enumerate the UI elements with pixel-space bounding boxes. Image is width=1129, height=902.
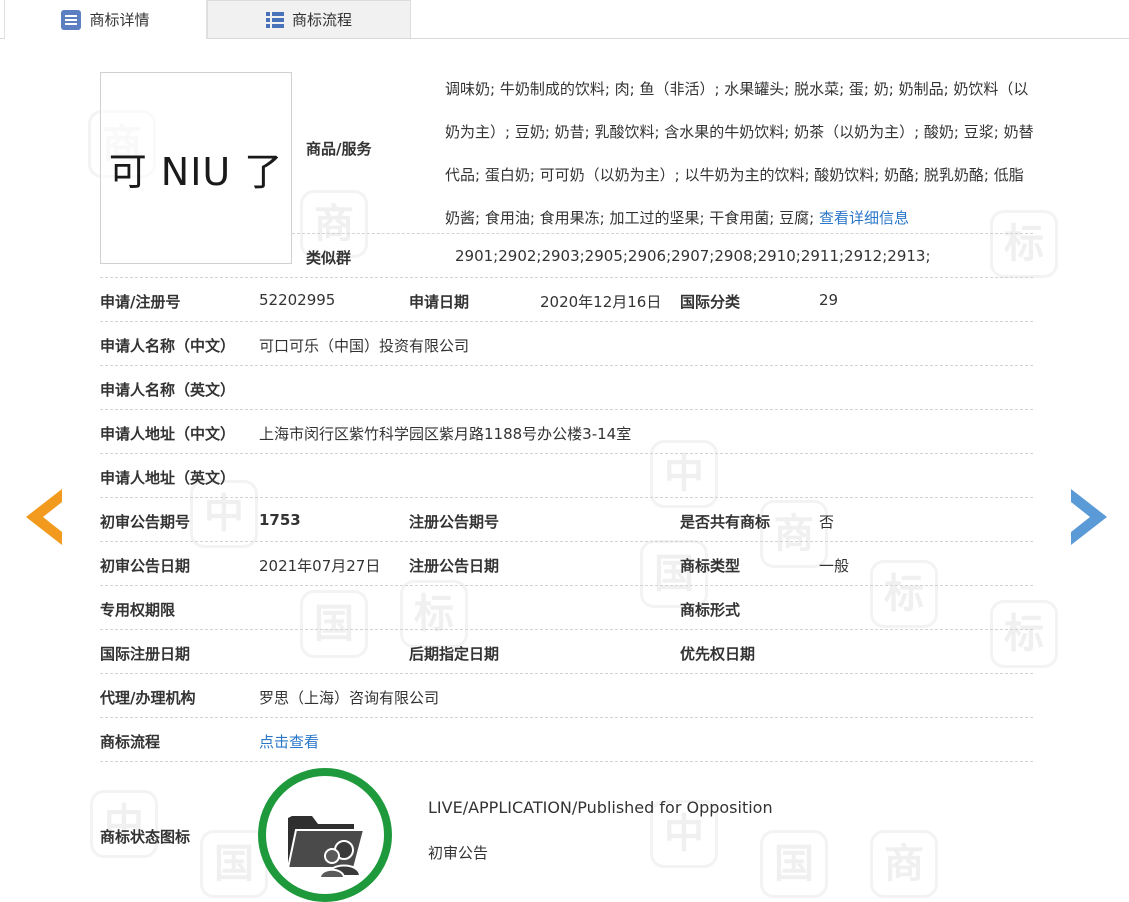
later-date-label: 后期指定日期 bbox=[409, 645, 500, 663]
divider bbox=[100, 673, 1033, 674]
tab-label: 商标流程 bbox=[291, 11, 352, 29]
document-list-icon bbox=[61, 9, 82, 30]
status-en-value: LIVE/APPLICATION/Published for Oppositio… bbox=[428, 798, 773, 817]
view-process-link[interactable]: 点击查看 bbox=[259, 731, 319, 752]
divider bbox=[100, 541, 1033, 542]
address-cn-label: 申请人地址（中文） bbox=[100, 425, 236, 443]
tab-bar: 商标详情 商标流程 bbox=[0, 0, 1129, 39]
goods-services-value: 调味奶; 牛奶制成的饮料; 肉; 鱼（非活）; 水果罐头; 脱水菜; 蛋; 奶;… bbox=[445, 68, 1035, 240]
status-icon bbox=[258, 768, 392, 902]
divider bbox=[100, 629, 1033, 630]
shared-label: 是否共有商标 bbox=[680, 513, 771, 531]
agent-label: 代理/办理机构 bbox=[100, 689, 196, 707]
divider bbox=[100, 409, 1033, 410]
status-icon-label: 商标状态图标 bbox=[100, 828, 191, 846]
trademark-detail-panel: 可 NIU 了 商品/服务 调味奶; 牛奶制成的饮料; 肉; 鱼（非活）; 水果… bbox=[0, 0, 1129, 902]
apply-date-value: 2020年12月16日 bbox=[540, 293, 662, 311]
divider bbox=[100, 585, 1033, 586]
intl-class-label: 国际分类 bbox=[680, 293, 741, 311]
similar-group-value: 2901;2902;2903;2905;2906;2907;2908;2910;… bbox=[455, 247, 931, 265]
divider bbox=[100, 321, 1033, 322]
address-cn-value: 上海市闵行区紫竹科学园区紫月路1188号办公楼3-14室 bbox=[259, 425, 632, 443]
goods-services-label: 商品/服务 bbox=[306, 140, 372, 158]
address-en-label: 申请人地址（英文） bbox=[100, 469, 236, 487]
type-label: 商标类型 bbox=[680, 557, 741, 575]
type-value: 一般 bbox=[819, 557, 850, 575]
divider bbox=[100, 453, 1033, 454]
reg-no-value: 52202995 bbox=[259, 291, 336, 309]
goods-services-text: 调味奶; 牛奶制成的饮料; 肉; 鱼（非活）; 水果罐头; 脱水菜; 蛋; 奶;… bbox=[445, 80, 1034, 227]
tab-label: 商标详情 bbox=[89, 11, 150, 29]
prelim-issue-label: 初审公告期号 bbox=[100, 513, 191, 531]
tab-trademark-process[interactable]: 商标流程 bbox=[207, 0, 411, 38]
prelim-date-label: 初审公告日期 bbox=[100, 557, 191, 575]
process-label: 商标流程 bbox=[100, 733, 161, 751]
intl-reg-date-label: 国际注册日期 bbox=[100, 645, 191, 663]
shared-value: 否 bbox=[819, 513, 835, 531]
reg-date-label: 注册公告日期 bbox=[409, 557, 500, 575]
grid-list-icon bbox=[265, 11, 284, 28]
form-label: 商标形式 bbox=[680, 601, 741, 619]
divider bbox=[100, 761, 1033, 762]
applicant-cn-label: 申请人名称（中文） bbox=[100, 337, 236, 355]
divider bbox=[292, 233, 1033, 234]
exclusive-label: 专用权期限 bbox=[100, 601, 176, 619]
divider bbox=[100, 497, 1033, 498]
applicant-en-label: 申请人名称（英文） bbox=[100, 381, 236, 399]
folder-user-icon bbox=[286, 816, 366, 879]
view-details-link[interactable]: 查看详细信息 bbox=[819, 209, 909, 227]
intl-class-value: 29 bbox=[819, 291, 839, 309]
divider bbox=[100, 717, 1033, 718]
similar-group-label: 类似群 bbox=[306, 249, 352, 267]
arrow-right-icon-inner bbox=[1071, 502, 1090, 532]
prelim-issue-value: 1753 bbox=[259, 511, 301, 529]
trademark-logo-text: 可 NIU 了 bbox=[108, 149, 284, 194]
divider bbox=[100, 365, 1033, 366]
priority-date-label: 优先权日期 bbox=[680, 645, 756, 663]
trademark-logo-image: 可 NIU 了 bbox=[100, 72, 292, 264]
divider bbox=[100, 277, 1033, 278]
status-cn-value: 初审公告 bbox=[428, 844, 489, 862]
applicant-cn-value: 可口可乐（中国）投资有限公司 bbox=[259, 337, 470, 355]
reg-no-label: 申请/注册号 bbox=[100, 293, 181, 311]
arrow-left-icon-inner bbox=[43, 502, 62, 532]
tab-trademark-details[interactable]: 商标详情 bbox=[4, 0, 207, 39]
apply-date-label: 申请日期 bbox=[409, 293, 470, 311]
agent-value: 罗思（上海）咨询有限公司 bbox=[259, 689, 440, 707]
prelim-date-value: 2021年07月27日 bbox=[259, 557, 381, 575]
reg-issue-label: 注册公告期号 bbox=[409, 513, 500, 531]
